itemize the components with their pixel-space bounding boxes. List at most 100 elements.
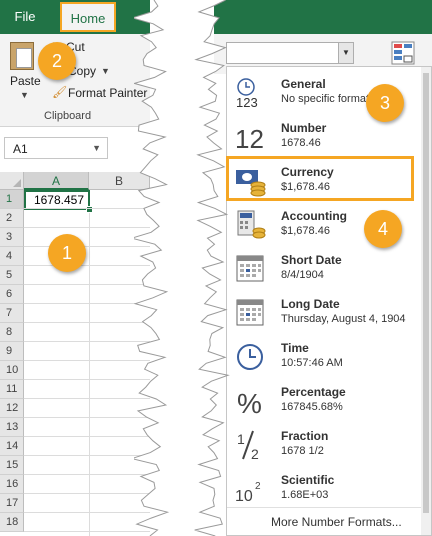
calendar-icon [235,297,267,329]
format-name: Time [281,341,309,355]
gridline [24,322,150,323]
svg-text:%: % [237,388,262,417]
callout-1: 1 [48,234,86,272]
number-format-short-date[interactable]: Short Date 8/4/1904 [227,247,431,291]
gridline [24,493,150,494]
select-all-corner[interactable] [0,172,24,190]
tab-home[interactable]: Home [60,2,116,32]
svg-text:12: 12 [235,124,264,153]
svg-text:2: 2 [251,446,259,461]
row-header[interactable]: 10 [0,361,24,380]
paste-dropdown-icon[interactable]: ▼ [20,90,29,100]
number-format-combo[interactable]: ▼ [226,42,354,64]
row-header[interactable]: 1 [0,190,24,209]
gridline [24,455,150,456]
format-name: Percentage [281,385,346,399]
callout-2: 2 [38,42,76,80]
number-format-dropdown: 123 General No specific format 12 Number 1678… [226,66,432,536]
row-header[interactable]: 12 [0,399,24,418]
callout-4: 4 [364,210,402,248]
format-example: 1678 1/2 [281,445,324,457]
format-painter-icon[interactable]: 🖌 [52,85,67,99]
clipboard-group: Paste ▼ ✂ Cut ⧉ Copy ▼ 🖌 Format Painter … [0,34,150,127]
copy-dropdown-icon[interactable]: ▼ [101,66,110,76]
format-name: Fraction [281,429,329,443]
format-name: Scientific [281,473,335,487]
paste-button[interactable]: Paste [10,74,41,88]
gridline [24,284,150,285]
number-12-icon: 12 [235,121,267,154]
gridline [24,474,150,475]
format-name: General [281,77,326,91]
name-box[interactable]: A1 ▼ [4,137,108,159]
column-header-a[interactable]: A [24,172,89,190]
row-header[interactable]: 14 [0,437,24,456]
gridline [24,341,150,342]
number-format-long-date[interactable]: Long Date Thursday, August 4, 1904 [227,291,431,335]
format-name: Long Date [281,297,340,311]
gridline [24,398,150,399]
gridline [89,190,90,536]
ribbon-tab-bar: File Home [0,0,150,34]
format-name: Accounting [281,209,347,223]
number-format-number[interactable]: 12 Number 1678.46 [227,115,431,159]
more-number-formats-link[interactable]: More Number Formats... [271,515,402,529]
format-example: 1678.46 [281,137,321,149]
fraction-icon: 12 [235,429,267,462]
row-header[interactable]: 4 [0,247,24,266]
format-name: Short Date [281,253,342,267]
number-format-percentage[interactable]: % Percentage 167845.68% [227,379,431,423]
gridline [24,379,150,380]
ribbon-tab-bar-right [214,0,432,34]
gridline [24,512,150,513]
number-format-scientific[interactable]: 10 2 Scientific 1.68E+03 [227,467,431,511]
row-header[interactable]: 3 [0,228,24,247]
gridline [24,246,150,247]
row-header[interactable]: 18 [0,513,24,532]
worksheet-grid[interactable]: A B 1 2 3 4 5 6 7 8 9 10 11 12 13 14 15 16 17 18 1678.457 [0,172,150,536]
conditional-formatting-icon[interactable] [390,40,416,66]
torn-edge-divider [134,0,230,536]
accounting-calculator-icon [235,209,267,241]
number-format-panel: ▼ 123 General No specific format 12 Number 16… [214,0,432,536]
chevron-down-icon[interactable]: ▼ [338,43,353,63]
gridline [24,303,150,304]
gridline [24,436,150,437]
row-header[interactable]: 9 [0,342,24,361]
row-header[interactable]: 16 [0,475,24,494]
clock-icon [235,341,267,373]
row-header[interactable]: 8 [0,323,24,342]
paste-icon[interactable] [10,42,34,70]
clipboard-group-label: Clipboard [44,110,92,122]
gridline [24,360,150,361]
tab-file[interactable]: File [10,0,40,34]
svg-text:123: 123 [236,95,258,109]
row-header[interactable]: 17 [0,494,24,513]
currency-highlight-box [226,156,414,201]
calendar-icon [235,253,267,285]
gridline [24,531,150,532]
scrollbar-thumb[interactable] [423,73,429,513]
format-example: No specific format [281,93,370,105]
row-header[interactable]: 7 [0,304,24,323]
svg-text:2: 2 [255,481,261,492]
format-example: 10:57:46 AM [281,357,343,369]
svg-text:1: 1 [237,431,245,447]
row-header[interactable]: 11 [0,380,24,399]
dropdown-scrollbar[interactable] [421,67,431,535]
gridline [24,208,150,209]
gridline [24,265,150,266]
chevron-down-icon[interactable]: ▼ [92,143,101,153]
number-format-fraction[interactable]: 1 2 Fraction 1678 1/2 [227,423,431,467]
row-header[interactable]: 5 [0,266,24,285]
row-header[interactable]: 2 [0,209,24,228]
row-header[interactable]: 6 [0,285,24,304]
cell-a1[interactable]: 1678.457 [24,190,90,210]
name-box-value: A1 [13,142,28,156]
divider [227,507,431,508]
row-header[interactable]: 15 [0,456,24,475]
scientific-icon: 10 2 [235,473,267,505]
row-header[interactable]: 13 [0,418,24,437]
percent-icon: % [235,385,267,419]
number-format-time[interactable]: Time 10:57:46 AM [227,335,431,379]
